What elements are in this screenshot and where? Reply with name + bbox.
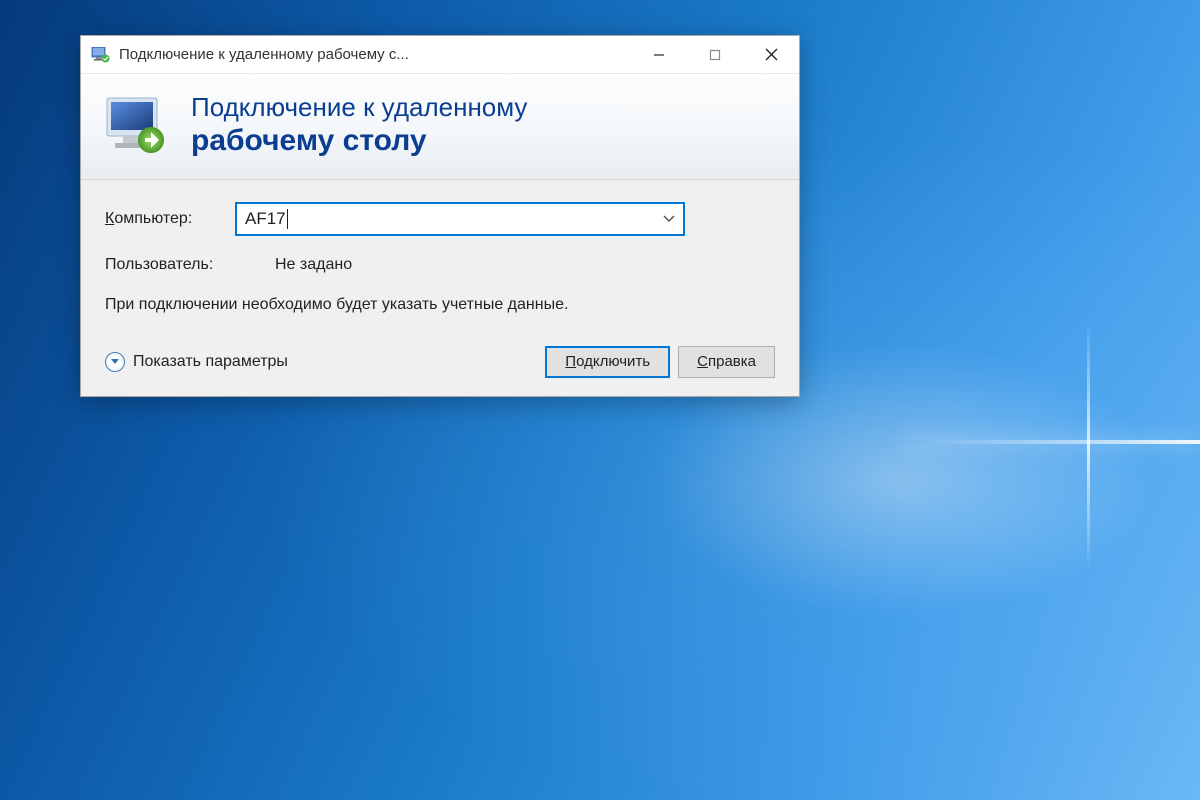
computer-label-text: омпьютер: xyxy=(114,210,192,227)
connect-button[interactable]: Подключить xyxy=(545,346,670,378)
rdp-banner-icon xyxy=(101,94,173,158)
user-value: Не задано xyxy=(275,256,352,274)
maximize-button[interactable] xyxy=(687,36,743,73)
dialog-body: Компьютер: AF17 Пользователь: Не задано … xyxy=(81,180,799,396)
minimize-button[interactable] xyxy=(631,36,687,73)
close-button[interactable] xyxy=(743,36,799,73)
bg-light-streak xyxy=(900,440,1200,444)
computer-combobox[interactable]: AF17 xyxy=(235,202,685,236)
bg-light-streak-vertical xyxy=(1087,320,1090,570)
computer-value: AF17 xyxy=(245,209,663,230)
banner-title-line1: Подключение к удаленному xyxy=(191,92,779,123)
help-button-rest: правка xyxy=(708,353,756,370)
header-banner: Подключение к удаленному рабочему столу xyxy=(81,74,799,180)
connect-button-rest: одключить xyxy=(576,353,650,370)
show-options-label: Показать параметры xyxy=(133,353,288,371)
help-button[interactable]: Справка xyxy=(678,346,775,378)
rdp-dialog: Подключение к удаленному рабочему с... xyxy=(80,35,800,397)
window-title: Подключение к удаленному рабочему с... xyxy=(119,46,631,63)
banner-text: Подключение к удаленному рабочему столу xyxy=(191,92,779,159)
rdp-app-icon xyxy=(91,47,111,63)
chevron-down-icon[interactable] xyxy=(663,212,675,226)
computer-label: Компьютер: xyxy=(105,210,235,228)
window-controls xyxy=(631,36,799,73)
bottom-row: Показать параметры Подключить Справка xyxy=(105,346,775,378)
user-label: Пользователь: xyxy=(105,256,275,274)
banner-title-line2: рабочему столу xyxy=(191,123,779,159)
show-options-link[interactable]: Показать параметры xyxy=(105,352,537,372)
credentials-info-text: При подключении необходимо будет указать… xyxy=(105,294,775,316)
expand-down-icon xyxy=(105,352,125,372)
user-row: Пользователь: Не задано xyxy=(105,256,775,274)
computer-row: Компьютер: AF17 xyxy=(105,202,775,236)
titlebar[interactable]: Подключение к удаленному рабочему с... xyxy=(81,36,799,74)
